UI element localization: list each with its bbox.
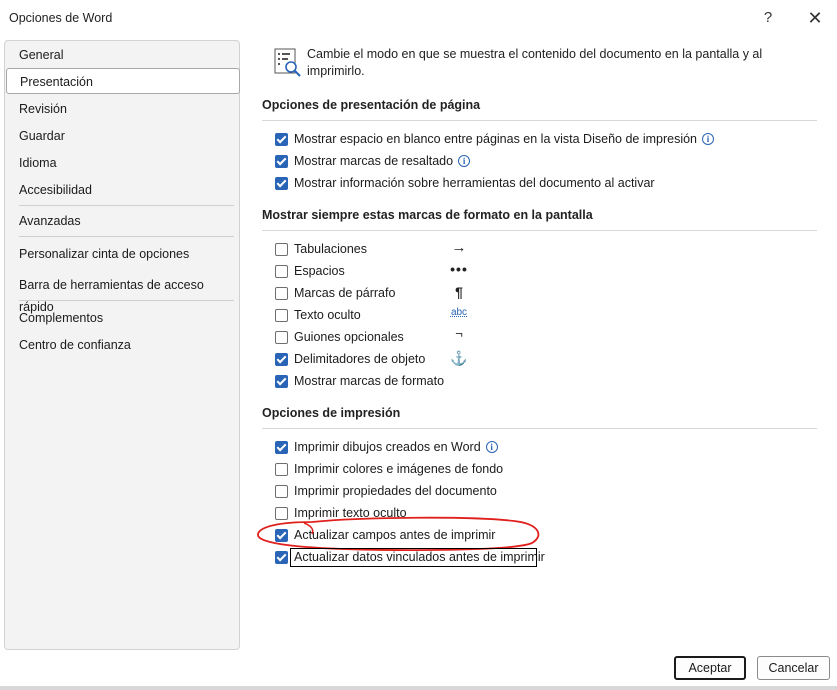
close-button[interactable]: ✕ (805, 8, 825, 28)
focus-rectangle (290, 548, 537, 567)
checkbox[interactable] (275, 308, 288, 322)
sidebar-item-accesibilidad[interactable]: Accesibilidad (19, 179, 92, 201)
dialog-title: Opciones de Word (9, 11, 113, 25)
option-label: Mostrar información sobre herramientas d… (294, 176, 655, 190)
help-button[interactable]: ? (760, 9, 776, 27)
intro-text: Cambie el modo en que se muestra el cont… (307, 47, 763, 78)
section-title-printing: Opciones de impresión (262, 406, 401, 420)
checkbox[interactable] (275, 374, 288, 388)
section-divider (262, 428, 817, 429)
option-paragraph-marks[interactable]: Marcas de párrafo (275, 284, 395, 302)
sidebar-divider (19, 205, 234, 206)
option-label: Texto oculto (294, 308, 361, 322)
tab-arrow-icon: → (451, 239, 467, 256)
option-show-highlighter[interactable]: Mostrar marcas de resaltado i (275, 152, 471, 170)
sidebar-item-revision[interactable]: Revisión (19, 98, 67, 120)
optional-hyphen-icon: ¬ (455, 326, 463, 341)
sidebar: General Presentación Revisión Guardar Id… (4, 40, 240, 650)
section-title-formatting-marks: Mostrar siempre estas marcas de formato … (262, 208, 593, 222)
option-label: Imprimir propiedades del documento (294, 484, 497, 498)
option-optional-hyphens[interactable]: Guiones opcionales (275, 328, 404, 346)
sidebar-item-complementos[interactable]: Complementos (19, 307, 103, 329)
option-show-all-marks[interactable]: Mostrar marcas de formato (275, 372, 444, 390)
checkbox[interactable] (275, 176, 288, 190)
option-print-background[interactable]: Imprimir colores e imágenes de fondo (275, 460, 503, 478)
option-show-whitespace[interactable]: Mostrar espacio en blanco entre páginas … (275, 130, 715, 148)
info-icon[interactable]: i (485, 441, 498, 453)
sidebar-item-barra-acceso-rapido[interactable]: Barra de herramientas de acceso rápido (19, 274, 239, 314)
checkbox[interactable] (275, 286, 288, 300)
option-label: Marcas de párrafo (294, 286, 396, 300)
ok-button[interactable]: Aceptar (674, 656, 746, 680)
pilcrow-icon: ¶ (455, 284, 463, 300)
option-label: Mostrar marcas de formato (294, 374, 445, 388)
section-title-page-display: Opciones de presentación de página (262, 98, 481, 112)
sidebar-item-idioma[interactable]: Idioma (19, 152, 57, 174)
option-label: Mostrar marcas de resaltado (294, 154, 454, 168)
option-spaces[interactable]: Espacios (275, 262, 345, 280)
option-label: Tabulaciones (294, 242, 367, 256)
checkbox[interactable] (275, 440, 288, 454)
section-divider (262, 230, 817, 231)
checkbox[interactable] (275, 242, 288, 256)
display-options-icon (274, 48, 301, 77)
sidebar-item-general[interactable]: General (19, 44, 63, 66)
hidden-text-abc-icon: abc (450, 307, 468, 318)
checkbox[interactable] (275, 484, 288, 498)
sidebar-divider (19, 236, 234, 237)
checkbox[interactable] (275, 550, 288, 564)
option-object-anchors[interactable]: Delimitadores de objeto (275, 350, 425, 368)
window-bottom-edge (0, 686, 837, 690)
red-annotation-ellipse (257, 516, 540, 552)
option-label: Delimitadores de objeto (294, 352, 426, 366)
title-bar: Opciones de Word ? ✕ (0, 0, 837, 36)
checkbox[interactable] (275, 462, 288, 476)
sidebar-item-centro-confianza[interactable]: Centro de confianza (19, 334, 131, 356)
option-label: Imprimir colores e imágenes de fondo (294, 462, 504, 476)
checkbox[interactable] (275, 154, 288, 168)
option-hidden-text[interactable]: Texto oculto (275, 306, 361, 324)
option-label: Mostrar espacio en blanco entre páginas … (294, 132, 698, 146)
option-show-tooltips[interactable]: Mostrar información sobre herramientas d… (275, 174, 655, 192)
option-label: Imprimir dibujos creados en Word (294, 440, 481, 454)
info-icon[interactable]: i (702, 133, 715, 145)
checkbox[interactable] (275, 352, 288, 366)
option-label: Guiones opcionales (294, 330, 404, 344)
section-divider (262, 120, 817, 121)
checkbox[interactable] (275, 132, 288, 146)
sidebar-item-guardar[interactable]: Guardar (19, 125, 65, 147)
cancel-button[interactable]: Cancelar (757, 656, 830, 680)
option-label: Espacios (294, 264, 345, 278)
info-icon[interactable]: i (458, 155, 471, 167)
sidebar-item-presentacion[interactable]: Presentación (6, 68, 240, 94)
sidebar-item-personalizar-cinta[interactable]: Personalizar cinta de opciones (19, 243, 189, 265)
sidebar-item-avanzadas[interactable]: Avanzadas (19, 210, 81, 232)
option-print-properties[interactable]: Imprimir propiedades del documento (275, 482, 497, 500)
checkbox[interactable] (275, 330, 288, 344)
option-print-drawings[interactable]: Imprimir dibujos creados en Word i (275, 438, 498, 456)
checkbox[interactable] (275, 264, 288, 278)
sidebar-divider (19, 300, 234, 301)
option-tabs[interactable]: Tabulaciones (275, 240, 367, 258)
anchor-icon: ⚓ (450, 350, 468, 366)
space-dots-icon: ••• (450, 261, 468, 277)
